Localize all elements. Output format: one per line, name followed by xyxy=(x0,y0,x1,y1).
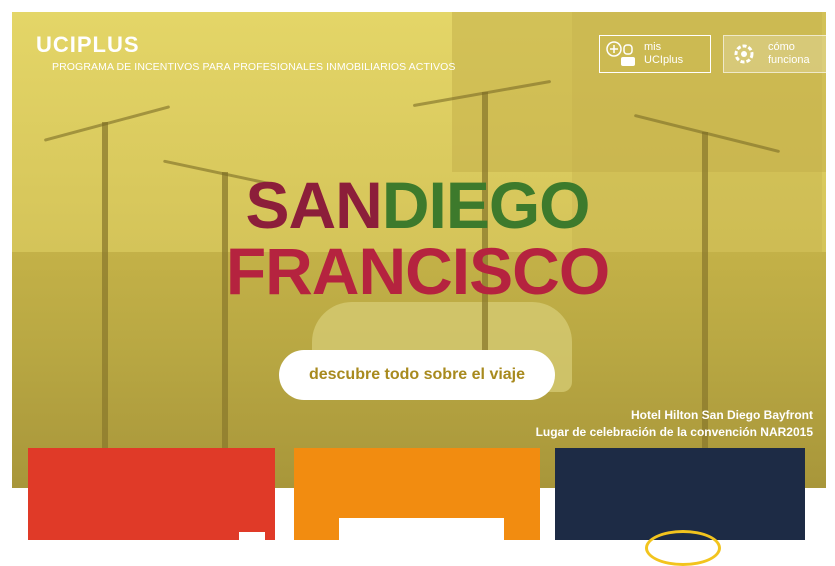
mis-uciplus-label: mis UCIplus xyxy=(644,41,684,66)
tagline: PROGRAMA DE INCENTIVOS PARA PROFESIONALE… xyxy=(52,61,456,73)
promo-card-red[interactable] xyxy=(28,448,275,540)
promo-card-navy[interactable] xyxy=(555,448,805,566)
como-funciona-button[interactable]: cómo funciona xyxy=(723,35,827,73)
como-funciona-label: cómo funciona xyxy=(768,41,810,66)
descubre-viaje-button[interactable]: descubre todo sobre el viaje xyxy=(279,350,555,400)
gear-icon xyxy=(728,39,762,69)
venue-caption: Lugar de celebración de la convención NA… xyxy=(535,425,813,439)
card-red-graphic xyxy=(239,532,265,540)
title-san: SAN xyxy=(245,168,382,242)
hero-title-line-2: FRANCISCO xyxy=(225,234,610,308)
mis-uciplus-button[interactable]: mis UCIplus xyxy=(599,35,711,73)
hotel-caption: Hotel Hilton San Diego Bayfront xyxy=(630,408,813,422)
uciplus-logo[interactable]: UCIPLUS xyxy=(36,32,140,58)
title-diego: DIEGO xyxy=(381,168,591,242)
user-plus-icon xyxy=(604,39,638,69)
hero-title-line-1: SANDIEGO xyxy=(0,170,835,240)
promo-card-orange[interactable] xyxy=(294,448,540,540)
card-navy-ring-graphic xyxy=(645,530,721,566)
card-orange-graphic xyxy=(339,518,504,540)
